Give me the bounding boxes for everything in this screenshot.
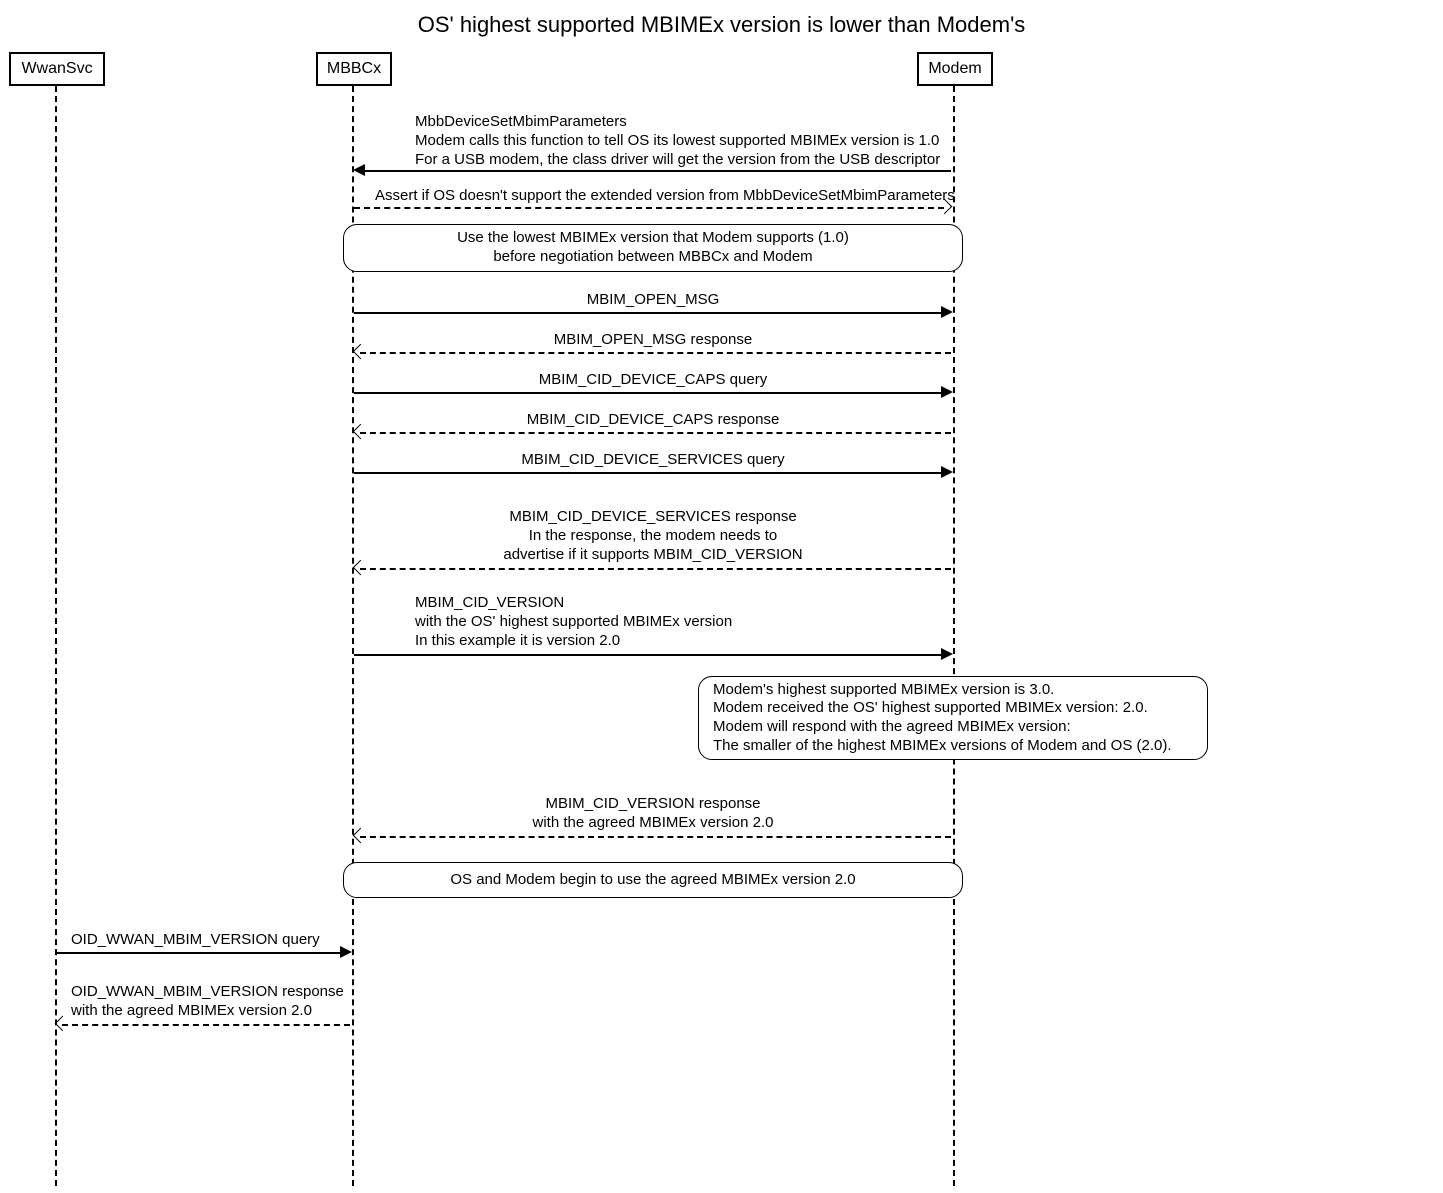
label-m3: MBIM_OPEN_MSG	[354, 291, 952, 310]
diagram-title: OS' highest supported MBIMEx version is …	[0, 12, 1443, 38]
label-m9: MBIM_CID_VERSION with the OS' highest su…	[415, 594, 732, 650]
arrow-m2	[354, 207, 944, 209]
note-2: Modem's highest supported MBIMEx version…	[698, 676, 1208, 760]
note-3: OS and Modem begin to use the agreed MBI…	[343, 862, 963, 898]
arrow-m10	[360, 836, 951, 838]
arrowhead-m9	[941, 648, 953, 660]
label-m2: Assert if OS doesn't support the extende…	[375, 187, 955, 206]
arrow-m12	[62, 1024, 350, 1026]
arrowhead-m7	[941, 466, 953, 478]
arrowhead-m11	[340, 946, 352, 958]
arrowhead-m12	[55, 1016, 71, 1032]
label-m1: MbbDeviceSetMbimParameters Modem calls t…	[415, 113, 940, 169]
arrow-m1	[357, 170, 951, 172]
label-m6: MBIM_CID_DEVICE_CAPS response	[354, 411, 952, 430]
actor-mbbcx: MBBCx	[316, 52, 392, 86]
note-1: Use the lowest MBIMEx version that Modem…	[343, 224, 963, 272]
sequence-diagram: OS' highest supported MBIMEx version is …	[0, 0, 1443, 1193]
arrow-m7	[354, 472, 948, 474]
arrow-m5	[354, 392, 948, 394]
label-m7: MBIM_CID_DEVICE_SERVICES query	[354, 451, 952, 470]
arrowhead-m5	[941, 386, 953, 398]
arrow-m9	[354, 654, 948, 656]
arrow-m3	[354, 312, 948, 314]
label-m5: MBIM_CID_DEVICE_CAPS query	[354, 371, 952, 390]
label-m4: MBIM_OPEN_MSG response	[354, 331, 952, 350]
actor-modem: Modem	[917, 52, 993, 86]
arrow-m11	[57, 952, 348, 954]
label-m8: MBIM_CID_DEVICE_SERVICES response In the…	[354, 508, 952, 564]
arrow-m8	[360, 568, 951, 570]
arrow-m6	[360, 432, 951, 434]
label-m11: OID_WWAN_MBIM_VERSION query	[71, 931, 320, 950]
arrowhead-m1	[353, 164, 365, 176]
label-m10: MBIM_CID_VERSION response with the agree…	[354, 795, 952, 833]
actor-wwansvc: WwanSvc	[9, 52, 105, 86]
arrow-m4	[360, 352, 951, 354]
label-m12: OID_WWAN_MBIM_VERSION response with the …	[71, 983, 344, 1021]
arrowhead-m3	[941, 306, 953, 318]
